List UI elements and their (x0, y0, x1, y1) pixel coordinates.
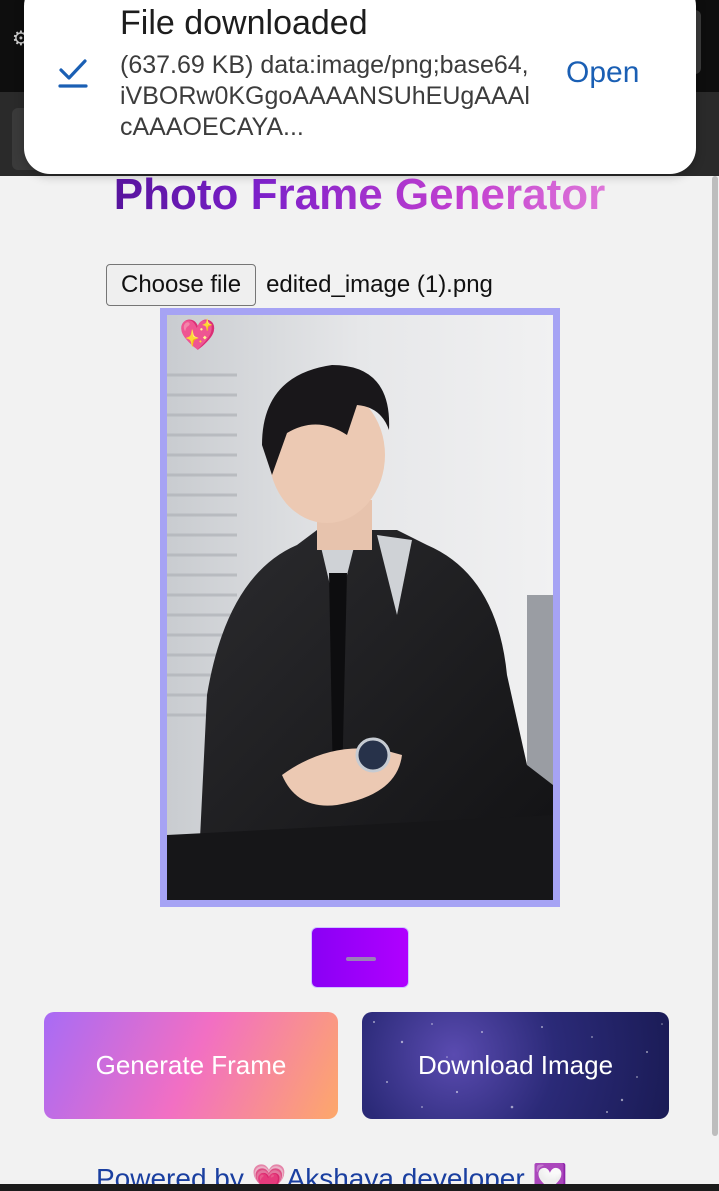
download-image-button[interactable]: Download Image (362, 1012, 669, 1119)
heart-sticker[interactable]: 💖 (179, 319, 216, 353)
scrollbar[interactable] (712, 176, 718, 1136)
remove-sticker-button[interactable] (311, 927, 409, 988)
file-name: edited_image (1).png (266, 271, 493, 298)
choose-file-button[interactable]: Choose file (106, 264, 257, 306)
navigation-bar (0, 1184, 719, 1191)
generate-frame-button[interactable]: Generate Frame (44, 1012, 338, 1119)
file-input[interactable]: Choose file edited_image (1).png (106, 264, 493, 306)
open-button[interactable]: Open (566, 56, 639, 90)
page-title: Photo Frame Generator (0, 170, 719, 220)
photo-frame: 💖 (160, 308, 560, 907)
minus-icon (346, 957, 376, 961)
photo (167, 315, 553, 900)
download-notification[interactable]: File downloaded (637.69 KB) data:image/p… (24, 0, 696, 174)
download-image-label: Download Image (417, 1050, 614, 1080)
notification-body: (637.69 KB) data:image/png;base64,iVBORw… (120, 51, 530, 141)
check-icon (58, 56, 88, 90)
notification-title: File downloaded (120, 4, 368, 42)
